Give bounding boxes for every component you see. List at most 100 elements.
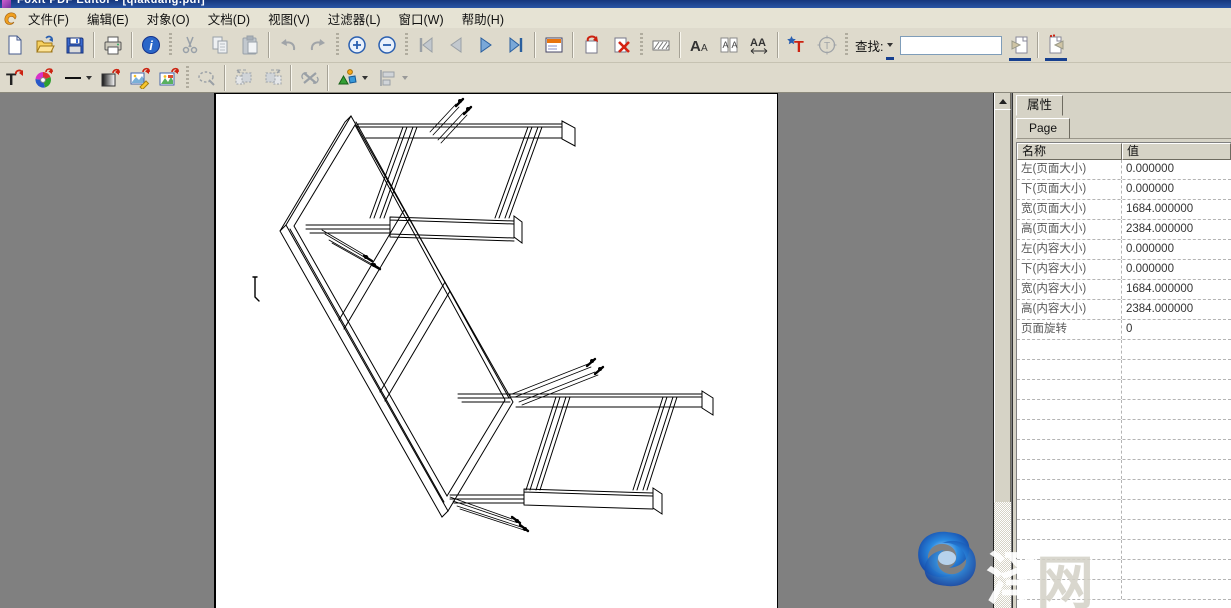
svg-text:i: i [149,38,153,53]
column-header-value[interactable]: 值 [1122,143,1231,160]
table-row[interactable]: 宽(页面大小) 1684.000000 [1017,200,1231,220]
previous-page-button[interactable] [441,30,471,60]
table-row[interactable]: 下(页面大小) 0.000000 [1017,180,1231,200]
delete-page-icon [611,34,633,56]
svg-text:AA: AA [750,37,766,49]
copy-button[interactable] [205,30,235,60]
zoom-in-button[interactable] [342,30,372,60]
redo-button[interactable] [303,30,333,60]
cut-button[interactable] [175,30,205,60]
edit-text-button[interactable]: T [0,64,29,92]
pdf-page[interactable] [214,93,778,608]
edit-image-icon [129,67,151,89]
color-picker-button[interactable] [29,64,58,92]
next-page-button[interactable] [471,30,501,60]
svg-text:A: A [701,43,708,54]
scrollbar-thumb[interactable] [994,109,1011,503]
edit-image-button[interactable] [125,64,154,92]
send-backward-icon [233,67,255,89]
zoom-out-button[interactable] [372,30,402,60]
next-page-icon [475,34,497,56]
replace-image-icon [158,67,180,89]
table-row[interactable]: 页面旋转 0 [1017,320,1231,340]
align-button[interactable] [372,64,412,92]
ungroup-x-icon [299,67,321,89]
menu-window[interactable]: 窗口(W) [390,7,453,30]
toolbar-object: T [0,63,1231,93]
fill-gradient-button[interactable] [96,64,125,92]
text-orientation-button[interactable]: T [812,30,842,60]
chevron-down-icon [86,76,92,80]
scroll-up-button[interactable] [994,92,1011,110]
zoom-in-icon [346,34,368,56]
undo-arrow-icon [277,34,299,56]
shapes-button[interactable] [332,64,372,92]
vertical-scrollbar[interactable] [994,92,1011,608]
paste-clipboard-icon [239,34,261,56]
document-info-button[interactable]: i [136,30,166,60]
print-button[interactable] [98,30,128,60]
font-size-button[interactable]: A A [684,30,714,60]
align-icon [377,67,399,89]
open-folder-icon [34,34,56,56]
line-icon [63,67,83,89]
column-header-name[interactable]: 名称 [1017,143,1122,160]
paste-button[interactable] [235,30,265,60]
table-row[interactable]: 高(页面大小) 2384.000000 [1017,220,1231,240]
char-spacing-button[interactable]: AA [744,30,774,60]
menu-file[interactable]: 文件(F) [19,7,78,30]
hatch-pattern-button[interactable] [646,30,676,60]
zoom-out-icon [376,34,398,56]
menu-edit[interactable]: 编辑(E) [78,7,138,30]
up-arrow-icon [999,99,1007,104]
bring-forward-button[interactable] [258,64,287,92]
ungroup-button[interactable] [295,64,324,92]
replace-image-button[interactable] [154,64,183,92]
find-next-button[interactable] [1042,30,1070,60]
table-row[interactable]: 高(内容大小) 2384.000000 [1017,300,1231,320]
menu-object[interactable]: 对象(O) [138,7,199,30]
new-document-button[interactable] [0,30,30,60]
window-title: Foxit PDF Editor - [qiakuang.pdf] [17,0,205,6]
delete-page-button[interactable] [607,30,637,60]
line-style-button[interactable] [58,64,96,92]
rotate-page-button[interactable] [577,30,607,60]
svg-text:T: T [824,41,830,52]
page-layout-button[interactable] [539,30,569,60]
char-boxes-icon: A A [718,34,740,56]
insert-text-button[interactable]: T [782,30,812,60]
insert-text-icon: T [786,34,808,56]
send-backward-button[interactable] [229,64,258,92]
open-button[interactable] [30,30,60,60]
find-previous-button[interactable] [1006,30,1034,60]
menu-filter[interactable]: 过滤器(L) [319,7,390,30]
scrollbar-track[interactable] [994,502,1011,608]
copy-icon [209,34,231,56]
redo-arrow-icon [307,34,329,56]
info-icon: i [140,34,162,56]
save-button[interactable] [60,30,90,60]
undo-button[interactable] [273,30,303,60]
table-row[interactable]: 下(内容大小) 0.000000 [1017,260,1231,280]
properties-title[interactable]: 属性 [1016,95,1063,116]
print-icon [102,34,124,56]
char-boxes-button[interactable]: A A [714,30,744,60]
properties-tab-bar: Page [1016,118,1231,139]
table-row[interactable]: 宽(内容大小) 1684.000000 [1017,280,1231,300]
properties-panel-header: 属性 [1016,95,1231,116]
menu-help[interactable]: 帮助(H) [453,7,513,30]
last-page-icon [505,34,527,56]
table-row[interactable]: 左(页面大小) 0.000000 [1017,160,1231,180]
last-page-button[interactable] [501,30,531,60]
tab-page[interactable]: Page [1016,118,1070,139]
find-input[interactable] [900,36,1002,55]
menu-document[interactable]: 文档(D) [199,7,259,30]
first-page-button[interactable] [411,30,441,60]
menu-view[interactable]: 视图(V) [259,7,319,30]
table-row[interactable]: 左(内容大小) 0.000000 [1017,240,1231,260]
title-bar[interactable]: Foxit PDF Editor - [qiakuang.pdf] [0,0,1231,8]
font-size-icon: A A [688,34,710,56]
char-spacing-icon: AA [748,34,770,56]
find-dropdown[interactable] [884,32,896,58]
clone-tool-button[interactable] [192,64,221,92]
